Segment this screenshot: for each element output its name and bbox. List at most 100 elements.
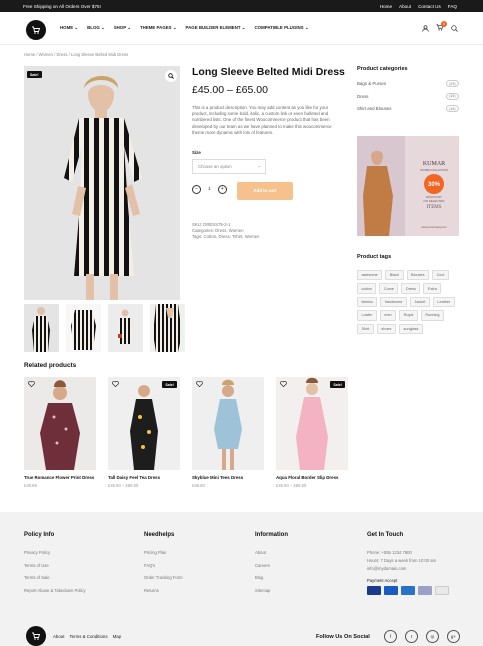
social-links: f t ◎ g+	[384, 630, 460, 643]
product-main-image[interactable]: Sale!	[24, 66, 180, 300]
top-link-contact[interactable]: Contact Us	[418, 4, 441, 9]
footer-help: Needhelps Pricing Plan FAQ's Order Track…	[144, 532, 183, 600]
category-item[interactable]: Shirt and Blouses (16)	[357, 105, 459, 112]
header-icons: 0	[422, 21, 458, 33]
footer-info-title: Information	[255, 532, 288, 538]
promo-banner[interactable]: KUMAR WOMEN COLLECTION 30% DISCOUNT ON S…	[357, 136, 459, 236]
footer-link[interactable]: Terms of Use	[24, 563, 86, 568]
related-product-image[interactable]: Sale!	[108, 377, 180, 470]
nav-home[interactable]: HOME ⌄	[60, 25, 78, 31]
footer-link[interactable]: FAQ's	[144, 563, 183, 568]
thumbnail-2[interactable]	[66, 304, 101, 352]
tag-item[interactable]: Cool	[432, 270, 449, 281]
footer-link[interactable]: Report Abuse & Takedown Policy	[24, 588, 86, 593]
related-product-1[interactable]: True Romance Flower Print Dress £49.69	[24, 377, 96, 488]
thumbnail-1[interactable]	[24, 304, 59, 352]
footer-link[interactable]: Blog	[255, 575, 288, 580]
thumbnail-3[interactable]	[108, 304, 143, 352]
twitter-icon[interactable]: t	[405, 630, 418, 643]
nav-shop[interactable]: SHOP ⌄	[114, 25, 131, 31]
tag-item[interactable]: Curve	[379, 283, 399, 294]
breadcrumb[interactable]: Home / Women / Dress / Long Sleeve Belte…	[24, 52, 128, 57]
promo-text: Free Shipping on All Orders Over $75!	[23, 3, 101, 9]
related-product-3[interactable]: Skyblue Mini Tees Dress £58.60	[192, 377, 264, 488]
related-product-2[interactable]: Sale! Tall Daisy Feel Tea Dress £45.60 –…	[108, 377, 180, 488]
tag-item[interactable]: cotton	[357, 283, 377, 294]
related-product-image[interactable]	[24, 377, 96, 470]
nav-plugins[interactable]: COMPATIBLE PLUGINS ⌄	[254, 25, 308, 31]
footer: Policy Info Privacy Policy Terms of Use …	[0, 512, 483, 646]
footer-link[interactable]: Returns	[144, 588, 183, 593]
google-plus-icon[interactable]: g+	[447, 630, 460, 643]
tag-item[interactable]: shoes	[376, 323, 396, 334]
tag-item[interactable]: men	[379, 310, 397, 321]
site-logo[interactable]	[26, 20, 46, 40]
tag-item[interactable]: Jacket	[409, 296, 430, 308]
categories-title: Product categories	[357, 66, 408, 72]
cart-button[interactable]: 0	[436, 21, 447, 33]
nav-page-builder[interactable]: PAGE BUILDER ELEMENT ⌄	[186, 25, 246, 31]
top-link-about[interactable]: About	[399, 4, 411, 9]
top-links: Home About Contact Us FAQ	[380, 4, 457, 9]
tag-item[interactable]: Shirt	[357, 323, 374, 334]
tag-item[interactable]: Loafer	[357, 310, 377, 321]
footer-link[interactable]: About	[255, 550, 288, 555]
footer-bottom-link[interactable]: Terms & Conditions	[69, 634, 107, 639]
footer-email[interactable]: info@mydomain.com	[367, 566, 449, 571]
nav-blog[interactable]: BLOG ⌄	[87, 25, 105, 31]
footer-link[interactable]: Pricing Plan	[144, 550, 183, 555]
banner-line2: ON SELECTED	[423, 199, 445, 203]
qty-minus-button[interactable]: −	[192, 185, 201, 194]
footer-contact: Get In Touch Phone: +555 1234 7800 Hours…	[367, 532, 449, 595]
tag-item[interactable]: Blouses	[406, 270, 430, 281]
facebook-icon[interactable]: f	[384, 630, 397, 643]
tag-item[interactable]: Leather	[432, 296, 455, 308]
sale-badge: Sale!	[162, 381, 177, 388]
tag-item[interactable]: handsome	[380, 296, 407, 308]
qty-value[interactable]: 1	[208, 187, 211, 192]
footer-link[interactable]: Careers	[255, 563, 288, 568]
footer-bottom-link[interactable]: About	[53, 634, 64, 639]
tag-item[interactable]: awesome	[357, 270, 383, 281]
top-link-faq[interactable]: FAQ	[448, 4, 457, 9]
zoom-button[interactable]	[165, 70, 177, 82]
tag-item[interactable]: Royal	[399, 310, 418, 321]
heart-icon[interactable]	[28, 381, 35, 387]
size-select[interactable]: Choose an option ⌄	[192, 159, 266, 174]
related-product-name[interactable]: Aqua Floral Border Slip Dress	[276, 475, 348, 481]
related-product-name[interactable]: Skyblue Mini Tees Dress	[192, 475, 264, 481]
footer-link[interactable]: Privacy Policy	[24, 550, 86, 555]
tag-item[interactable]: Black	[385, 270, 404, 281]
category-item[interactable]: Bags & Purses (29)	[357, 80, 459, 87]
nav-theme-pages[interactable]: THEME PAGES ⌄	[140, 25, 177, 31]
user-icon[interactable]	[422, 25, 429, 32]
footer-link[interactable]: Sitemap	[255, 588, 288, 593]
category-item[interactable]: Dress (16)	[357, 92, 459, 100]
heart-icon[interactable]	[196, 381, 203, 387]
product-tags[interactable]: Tags: Cotton, Dress, Tshirt, Women	[192, 234, 259, 240]
add-to-cart-button[interactable]: Add to cart	[237, 182, 293, 200]
top-link-home[interactable]: Home	[380, 4, 392, 9]
related-product-name[interactable]: True Romance Flower Print Dress	[24, 475, 96, 481]
tag-item[interactable]: sunglass	[398, 323, 423, 334]
tag-item[interactable]: fabrics	[357, 296, 378, 308]
tag-item[interactable]: Dress	[401, 283, 421, 294]
related-product-image[interactable]	[192, 377, 264, 470]
instagram-icon[interactable]: ◎	[426, 630, 439, 643]
sidebar: Product categories Bags & Purses (29) Dre…	[357, 66, 459, 118]
related-product-4[interactable]: Sale! Aqua Floral Border Slip Dress £45.…	[276, 377, 348, 488]
related-product-image[interactable]: Sale!	[276, 377, 348, 470]
tag-item[interactable]: Running	[420, 310, 445, 321]
footer-bottom-link[interactable]: Map	[113, 634, 122, 639]
thumbnail-4[interactable]	[150, 304, 185, 352]
heart-icon[interactable]	[112, 381, 119, 387]
footer-link[interactable]: Order Tracking Form	[144, 575, 183, 580]
tag-item[interactable]: Extra	[423, 283, 442, 294]
footer-link[interactable]: Terms of Sale	[24, 575, 86, 580]
card-icon	[435, 586, 449, 595]
search-icon[interactable]	[451, 25, 458, 32]
qty-plus-button[interactable]: +	[217, 185, 227, 194]
related-product-name[interactable]: Tall Daisy Feel Tea Dress	[108, 475, 180, 481]
heart-icon[interactable]	[280, 381, 287, 387]
footer-logo[interactable]	[26, 626, 46, 646]
